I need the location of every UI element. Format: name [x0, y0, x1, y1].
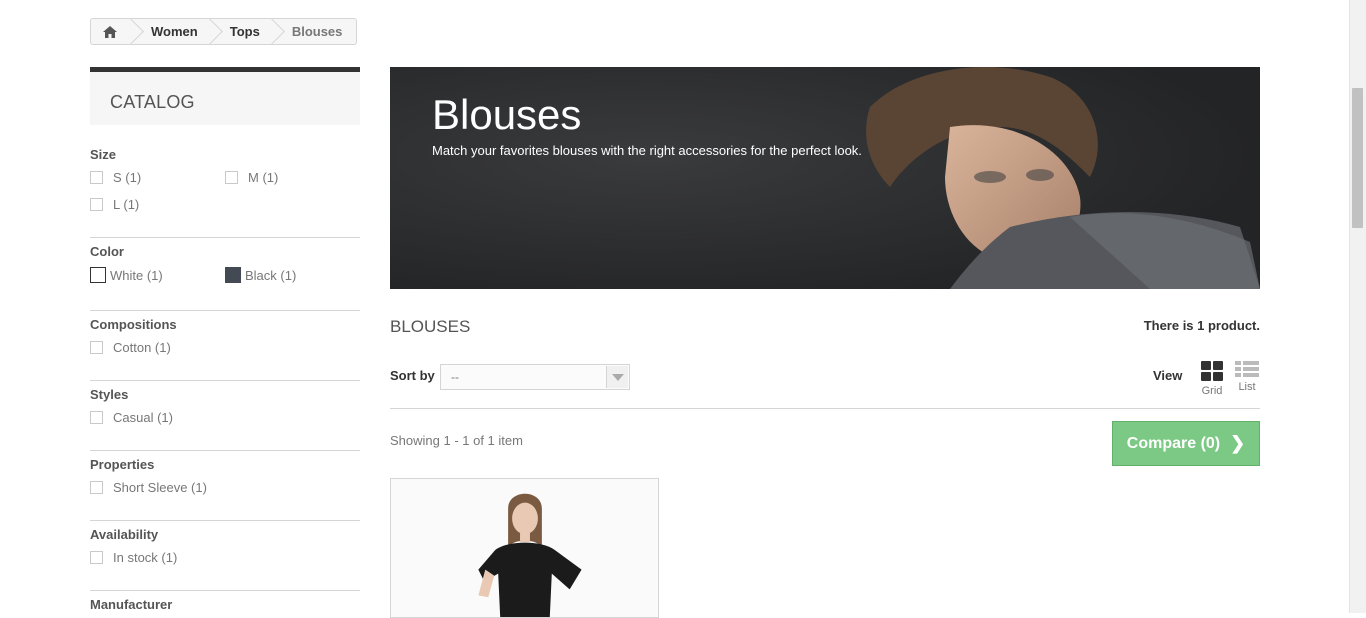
checkbox[interactable]: [90, 411, 103, 424]
banner-description: Match your favorites blouses with the ri…: [432, 143, 862, 158]
view-list-button[interactable]: List: [1234, 361, 1260, 393]
filter-styles: Styles Casual (1): [90, 385, 360, 451]
color-swatch-white[interactable]: [90, 267, 106, 283]
showing-text: Showing 1 - 1 of 1 item: [390, 433, 523, 448]
filter-in-stock[interactable]: In stock (1): [90, 550, 177, 565]
checkbox[interactable]: [90, 551, 103, 564]
compare-button[interactable]: Compare (0) ❯: [1112, 421, 1260, 466]
checkbox[interactable]: [90, 171, 103, 184]
checkbox[interactable]: [90, 481, 103, 494]
filter-size-label: Size: [90, 147, 117, 162]
product-image[interactable]: [391, 479, 658, 617]
breadcrumb: Women Tops Blouses: [90, 18, 358, 45]
checkbox[interactable]: [90, 198, 103, 211]
view-label: View: [1153, 368, 1183, 383]
grid-icon: [1201, 361, 1223, 381]
checkbox[interactable]: [225, 171, 238, 184]
breadcrumb-current-label: Blouses: [291, 24, 343, 39]
list-icon: [1235, 361, 1259, 377]
view-grid-button[interactable]: Grid: [1199, 361, 1225, 397]
option-label: S (1): [113, 170, 142, 185]
filter-size: Size S (1) M (1) L (1): [90, 145, 360, 238]
divider: [390, 408, 1260, 409]
filter-manufacturer-label: Manufacturer: [90, 597, 173, 612]
view-list-label: List: [1238, 381, 1256, 393]
chevron-right-icon: ❯: [1230, 433, 1246, 453]
scrollbar-thumb[interactable]: [1352, 88, 1363, 228]
option-label: M (1): [248, 170, 279, 185]
color-swatch-black[interactable]: [225, 267, 241, 283]
filter-size-s[interactable]: S (1): [90, 170, 141, 185]
filter-styles-label: Styles: [90, 387, 129, 402]
filter-compositions: Compositions Cotton (1): [90, 315, 360, 381]
filter-color-black[interactable]: Black (1): [225, 267, 296, 283]
option-label: White (1): [110, 267, 163, 283]
catalog-title: CATALOG: [110, 92, 195, 112]
filter-size-l[interactable]: L (1): [90, 197, 139, 212]
breadcrumb-home[interactable]: [91, 19, 133, 44]
filter-short-sleeve[interactable]: Short Sleeve (1): [90, 480, 207, 495]
filter-properties: Properties Short Sleeve (1): [90, 455, 360, 521]
sort-select-value: --: [451, 370, 459, 384]
option-label: L (1): [113, 197, 140, 212]
chevron-down-icon[interactable]: [606, 366, 628, 388]
filter-availability-label: Availability: [90, 527, 159, 542]
option-label: Short Sleeve (1): [113, 480, 207, 495]
filter-size-m[interactable]: M (1): [225, 170, 278, 185]
banner-title: Blouses: [432, 91, 582, 138]
filter-cotton[interactable]: Cotton (1): [90, 340, 171, 355]
compare-label: Compare (0): [1126, 434, 1221, 452]
option-label: Black (1): [245, 267, 297, 283]
filter-compositions-label: Compositions: [90, 317, 177, 332]
option-label: Cotton (1): [113, 340, 171, 355]
filter-color: Color White (1) Black (1): [90, 242, 360, 311]
breadcrumb-current: Blouses: [274, 19, 357, 44]
breadcrumb-women-label: Women: [151, 24, 198, 39]
catalog-header: CATALOG: [90, 67, 360, 125]
product-card[interactable]: [390, 478, 659, 618]
sort-select[interactable]: --: [440, 364, 630, 390]
filter-casual[interactable]: Casual (1): [90, 410, 173, 425]
category-banner: Blouses Match your favorites blouses wit…: [390, 67, 1260, 289]
filter-properties-label: Properties: [90, 457, 155, 472]
filter-availability: Availability In stock (1): [90, 525, 360, 591]
view-grid-label: Grid: [1201, 385, 1223, 397]
sort-label: Sort by: [390, 368, 435, 383]
checkbox[interactable]: [90, 341, 103, 354]
product-count: There is 1 product.: [1143, 318, 1260, 333]
breadcrumb-tops-label: Tops: [229, 24, 260, 39]
category-name: BLOUSES: [390, 317, 471, 336]
option-label: In stock (1): [113, 550, 178, 565]
option-label: Casual (1): [113, 410, 173, 425]
filter-color-white[interactable]: White (1): [90, 267, 163, 283]
breadcrumb-women[interactable]: Women: [133, 19, 212, 44]
filter-color-label: Color: [90, 244, 124, 259]
home-icon: [103, 25, 117, 38]
